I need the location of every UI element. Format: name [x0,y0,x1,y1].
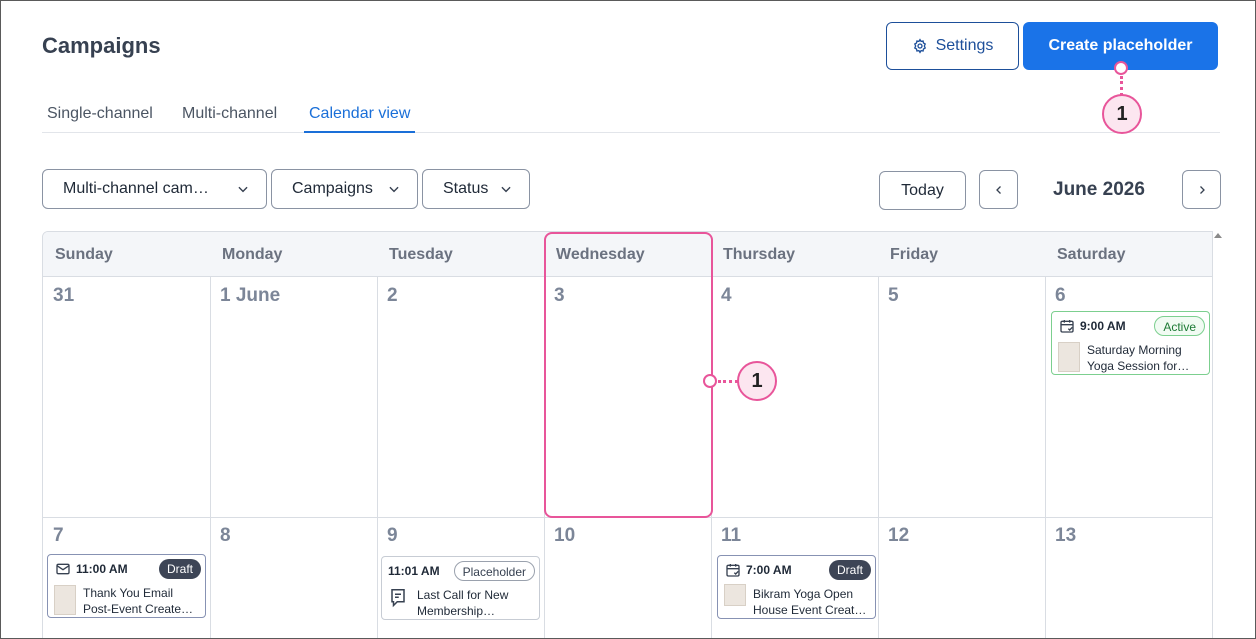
chevron-down-icon [501,186,511,193]
campaigns-filter[interactable]: Campaigns [271,169,418,209]
placeholder-note-icon [391,589,405,608]
gear-icon [913,38,926,54]
day-cell[interactable]: 11 7:00 AM Draft Bikram Yoga Open House … [711,517,879,638]
day-cell[interactable]: 12 [878,517,1046,638]
status-badge: Draft [828,560,871,580]
event-time: 11:00 AM [76,562,128,576]
status-badge: Active [1154,316,1205,336]
callout-anchor-dot [1114,61,1128,75]
day-cell[interactable]: 7 11:00 AM Draft Thank You Email Post-Ev… [43,517,211,638]
calendar-event-icon [726,564,740,577]
current-month: June 2026 [1053,179,1145,200]
day-number: 1 June [220,285,281,306]
callout-badge: 1 [1102,94,1142,134]
day-cell[interactable]: 5 [878,277,1046,518]
event-thumbnail [54,585,76,615]
day-number: 13 [1055,525,1077,546]
status-badge: Placeholder [453,561,535,581]
day-number: 9 [387,525,398,546]
tab-single-channel[interactable]: Single-channel [47,105,153,133]
weekday-friday: Friday [878,232,1046,277]
callout-badge: 1 [737,361,777,401]
page-title: Campaigns [42,33,161,58]
event-title: Bikram Yoga Open House Event Creat… [753,587,867,617]
day-number: 2 [387,285,398,306]
day-cell[interactable]: 8 [210,517,378,638]
day-number: 7 [53,525,64,546]
chevron-left-icon [995,185,1001,194]
app-frame: Campaigns Settings Create placeholder Si… [0,0,1256,639]
weekday-monday: Monday [210,232,378,277]
weekday-thursday: Thursday [711,232,879,277]
day-number: 12 [888,525,910,546]
day-cell[interactable]: 6 9:00 AM Active Saturday Morning Yoga S… [1045,277,1212,518]
day-number: 5 [888,285,899,306]
day-cell[interactable]: 10 [544,517,712,638]
channel-type-filter-label: Multi-channel cam… [63,180,209,197]
scroll-up-arrow[interactable] [1214,233,1222,238]
callout-connector [1120,76,1123,96]
day-cell[interactable]: 1 June [210,277,378,518]
campaign-event-card[interactable]: 11:01 AM Placeholder Last Call for New M… [381,556,540,620]
day-number: 10 [554,525,576,546]
day-cell[interactable]: 9 11:01 AM Placeholder Last Call for New… [377,517,545,638]
today-button[interactable]: Today [879,171,966,210]
day-cell[interactable]: 13 [1045,517,1212,638]
channel-type-filter[interactable]: Multi-channel cam… [42,169,267,209]
event-time: 11:01 AM [388,564,440,578]
chevron-right-icon [1199,185,1205,194]
event-time: 9:00 AM [1080,319,1126,333]
settings-label: Settings [935,37,994,54]
tab-multi-channel[interactable]: Multi-channel [182,105,277,133]
day-number: 4 [721,285,732,306]
campaign-event-card[interactable]: 7:00 AM Draft Bikram Yoga Open House Eve… [717,555,876,619]
next-month-button[interactable] [1182,170,1221,209]
day-number: 31 [53,285,75,306]
event-thumbnail [724,584,746,606]
callout-anchor-dot [703,374,717,388]
chevron-down-icon [238,186,248,193]
wednesday-column-highlight [544,232,713,518]
event-time: 7:00 AM [746,563,792,577]
weekday-saturday: Saturday [1045,232,1212,277]
event-title: Last Call for New Membership… [417,588,509,618]
day-cell[interactable]: 4 [711,277,879,518]
status-badge: Draft [158,559,201,579]
previous-month-button[interactable] [979,170,1018,209]
campaign-event-card[interactable]: 9:00 AM Active Saturday Morning Yoga Ses… [1051,311,1210,375]
status-filter[interactable]: Status [422,169,530,209]
campaign-event-card[interactable]: 11:00 AM Draft Thank You Email Post-Even… [47,554,206,618]
status-filter-label: Status [443,180,489,197]
weekday-tuesday: Tuesday [377,232,545,277]
day-number: 11 [721,525,742,546]
campaigns-filter-label: Campaigns [292,180,373,197]
event-title: Saturday Morning Yoga Session for… [1087,343,1190,373]
email-icon [56,563,70,575]
callout-connector [718,380,738,383]
calendar-event-icon [1060,320,1074,333]
chevron-down-icon [389,186,399,193]
weekday-sunday: Sunday [43,232,211,277]
day-number: 8 [220,525,231,546]
view-tabs: Single-channel Multi-channel Calendar vi… [42,101,1220,133]
settings-button[interactable]: Settings [886,22,1019,70]
event-title: Thank You Email Post-Event Created… [83,586,199,616]
tab-calendar-view[interactable]: Calendar view [304,105,416,133]
day-cell[interactable]: 31 [43,277,211,518]
event-thumbnail [1058,342,1080,372]
day-number: 6 [1055,285,1066,306]
day-cell[interactable]: 2 [377,277,545,518]
